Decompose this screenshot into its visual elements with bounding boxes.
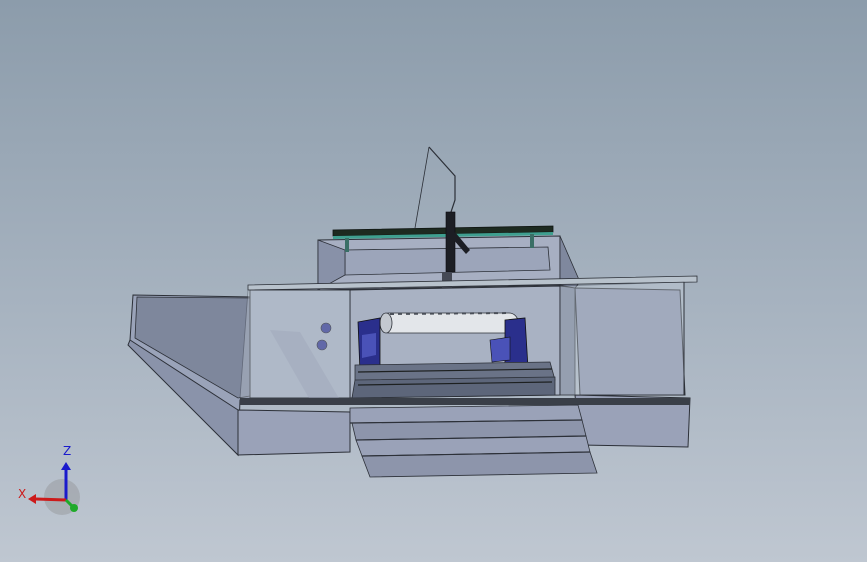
- front-ledge: [240, 398, 690, 405]
- x-axis-arrow: [35, 497, 67, 502]
- assembly-model: [28, 146, 698, 515]
- front-steps: [349, 404, 598, 478]
- floor-rails: [351, 361, 556, 399]
- view-triad: [28, 462, 80, 515]
- triad-z-label: Z: [63, 444, 72, 458]
- cylinder-workpiece: [379, 312, 519, 334]
- cad-viewport[interactable]: Z X: [0, 0, 867, 562]
- triad-x-label: X: [18, 487, 27, 501]
